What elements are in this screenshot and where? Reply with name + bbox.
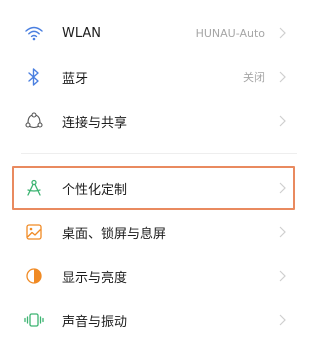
settings-item-label: 桌面、锁屏与息屏 [62,226,167,242]
settings-item-label: 显示与亮度 [62,270,128,286]
chevron-right-icon [279,27,286,39]
sound-vibration-icon [23,309,45,331]
settings-item-value: HUNAU-Auto [195,26,265,40]
settings-item-connection-sharing[interactable]: 连接与共享 [0,101,317,141]
display-brightness-icon [23,265,45,287]
chevron-right-icon [279,314,286,326]
settings-item-desktop-lockscreen[interactable]: 桌面、锁屏与息屏 [0,212,317,252]
chevron-right-icon [279,115,286,127]
settings-item-bluetooth[interactable]: 蓝牙 关闭 [0,57,317,97]
section-divider [21,153,297,154]
settings-item-label: WLAN [62,25,102,41]
settings-list: WLAN HUNAU-Auto 蓝牙 关闭 连接与共享 个性化定制 桌面、锁屏与… [0,0,317,341]
chevron-right-icon [279,226,286,238]
settings-item-display-brightness[interactable]: 显示与亮度 [0,256,317,296]
settings-item-label: 蓝牙 [62,71,89,87]
bluetooth-icon [23,66,45,88]
connection-share-icon [23,110,45,132]
chevron-right-icon [279,71,286,83]
settings-item-wlan[interactable]: WLAN HUNAU-Auto [0,13,317,53]
chevron-right-icon [279,270,286,282]
wallpaper-icon [23,221,45,243]
settings-item-sound-vibration[interactable]: 声音与振动 [0,300,317,340]
highlight-box [12,166,295,210]
wifi-icon [23,22,45,44]
settings-item-label: 声音与振动 [62,314,128,330]
settings-item-label: 连接与共享 [62,115,128,131]
settings-item-value: 关闭 [243,71,265,84]
